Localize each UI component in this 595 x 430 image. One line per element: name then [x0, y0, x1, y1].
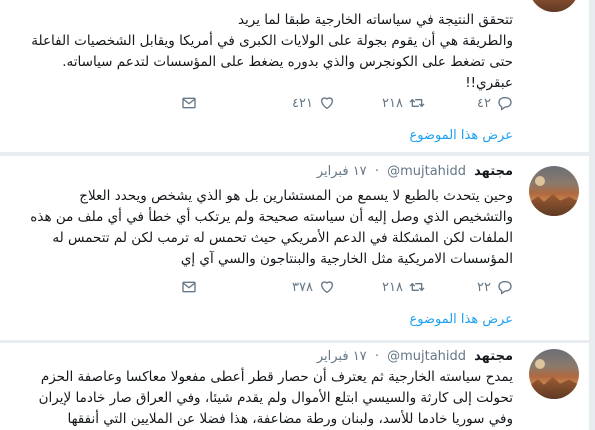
tweet-header: مجتهد @mujtahidd · ١٧ فبراير [317, 349, 513, 364]
user-name[interactable]: مجتهد [474, 349, 513, 364]
tweet[interactable]: مجتهد @mujtahidd · ١٧ فبراير وحين يتحدث … [0, 156, 589, 340]
reply-icon [498, 281, 512, 295]
tweet[interactable]: تتحقق النتيجة في سياساته الخارجية طبقا ل… [0, 0, 589, 152]
show-thread-link[interactable]: عرض هذا الموضوع [409, 128, 513, 143]
timeline-feed: تتحقق النتيجة في سياساته الخارجية طبقا ل… [0, 0, 595, 430]
reply-count: ٤٢ [477, 95, 491, 111]
separator-dot: · [374, 164, 379, 179]
like-count: ٣٧٨ [292, 279, 313, 295]
retweet-icon [409, 99, 425, 107]
heart-icon [321, 97, 333, 109]
avatar[interactable] [529, 166, 579, 216]
tweet-date[interactable]: ١٧ فبراير [317, 164, 367, 179]
tweet-text-line: وحين يتحدث بالطبع لا يسمع من المستشارين … [79, 188, 513, 204]
tweet-text-line: تتحقق النتيجة في سياساته الخارجية طبقا ل… [237, 12, 513, 28]
tweet-text-line: وفي سوريا خادما للأسد، ولبنان ورطة مضاعف… [67, 411, 513, 427]
like-button[interactable]: ٣٧٨ [292, 279, 335, 295]
retweet-count: ٢١٨ [382, 279, 403, 295]
show-thread-link[interactable]: عرض هذا الموضوع [409, 312, 513, 327]
heart-icon [321, 281, 333, 293]
tweet-header: مجتهد @mujtahidd · ١٧ فبراير [317, 164, 513, 179]
tweet-text: وحين يتحدث بالطبع لا يسمع من المستشارين … [13, 186, 513, 270]
tweet-date[interactable]: ١٧ فبراير [317, 349, 367, 364]
retweet-button[interactable]: ٢١٨ [382, 95, 425, 111]
tweet-text-line: عبقري!! [465, 75, 513, 91]
reply-icon [498, 97, 512, 111]
tweet[interactable]: مجتهد @mujtahidd · ١٧ فبراير يمدح سياسته… [0, 343, 589, 430]
tweet-text-line: المؤسسات الامريكية مثل الخارجية والبنتاج… [180, 251, 513, 267]
tweet-actions: ٢٢ ٢١٨ ٣٧٨ [73, 279, 513, 299]
retweet-count: ٢١٨ [382, 95, 403, 111]
reply-count: ٢٢ [477, 279, 491, 295]
envelope-icon [182, 97, 196, 109]
tweet-actions: ٤٢ ٢١٨ ٤٢١ [73, 95, 513, 115]
reply-button[interactable]: ٢٢ [477, 279, 513, 295]
tweet-text-line: تحولت إلى كارثة والسيسي ابتلع الأموال ول… [38, 390, 513, 406]
like-count: ٤٢١ [292, 95, 313, 111]
tweet-text: يمدح سياسته الخارجية ثم يعترف أن حصار قط… [13, 367, 513, 430]
tweet-text-line: يمدح سياسته الخارجية ثم يعترف أن حصار قط… [40, 369, 513, 385]
separator-dot: · [374, 349, 379, 364]
like-button[interactable]: ٤٢١ [292, 95, 335, 111]
avatar[interactable] [529, 0, 579, 12]
retweet-button[interactable]: ٢١٨ [382, 279, 425, 295]
tweet-text: تتحقق النتيجة في سياساته الخارجية طبقا ل… [13, 10, 513, 94]
user-handle[interactable]: @mujtahidd [387, 164, 466, 179]
avatar[interactable] [529, 349, 579, 399]
user-handle[interactable]: @mujtahidd [387, 349, 466, 364]
envelope-icon [182, 281, 196, 293]
reply-button[interactable]: ٤٢ [477, 95, 513, 111]
tweet-text-line: الملفات لكن المشكلة في الدعم الأمريكي حي… [52, 230, 513, 246]
tweet-text-line: والطريقة هي أن يقوم بجولة على الولايات ا… [31, 33, 513, 49]
user-name[interactable]: مجتهد [474, 164, 513, 179]
direct-message-button[interactable] [181, 95, 197, 111]
direct-message-button[interactable] [181, 279, 197, 295]
retweet-icon [409, 283, 425, 291]
tweet-text-line: حتى تضغط على الكونجرس والذي بدوره يضغط ع… [62, 54, 513, 70]
tweet-text-line: والتشخيص الذي وصل إليه أن سياسته صحيحة و… [30, 209, 513, 225]
